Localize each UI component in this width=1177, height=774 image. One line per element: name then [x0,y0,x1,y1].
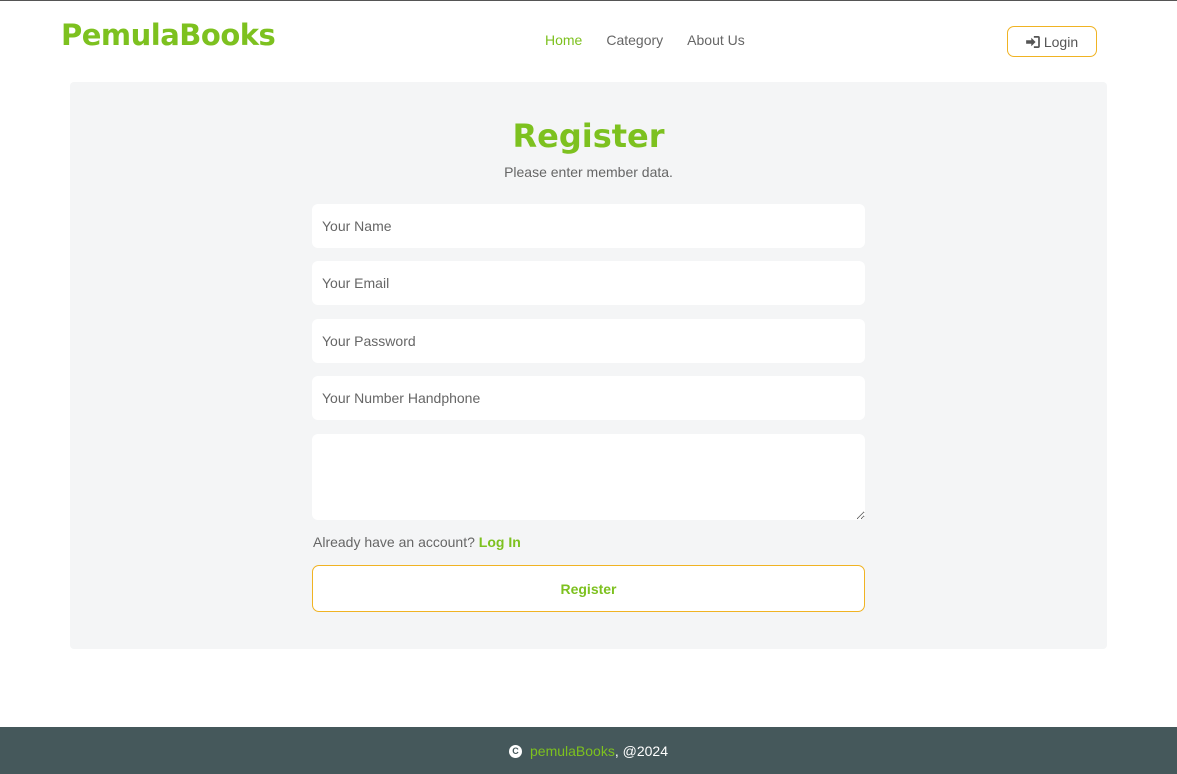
address-textarea[interactable] [312,434,865,520]
main-nav: Home Category About Us [545,32,769,48]
already-account-label: Already have an account? [313,534,475,550]
register-card: Register Please enter member data. Alrea… [70,82,1107,649]
login-button-label: Login [1043,33,1079,50]
brand-logo[interactable]: PemulaBooks [61,18,276,52]
login-button[interactable]: Login [1007,26,1097,57]
nav-about-us[interactable]: About Us [687,32,745,48]
footer-year: , @2024 [614,743,668,759]
copyright-icon: C [509,744,523,758]
nav-category[interactable]: Category [606,32,663,48]
already-account-text: Already have an account? Log In [313,534,521,550]
site-footer: C pemulaBooks, @2024 [0,727,1177,774]
login-link[interactable]: Log In [479,534,521,550]
email-input[interactable] [312,261,865,305]
footer-brand-link[interactable]: pemulaBooks [530,743,615,759]
register-button[interactable]: Register [312,565,865,612]
footer-text: pemulaBooks, @2024 [530,743,668,759]
site-header: PemulaBooks Home Category About Us Login [0,1,1177,81]
sign-in-icon [1026,35,1040,48]
phone-input[interactable] [312,376,865,420]
nav-home[interactable]: Home [545,32,582,48]
password-input[interactable] [312,319,865,363]
name-input[interactable] [312,204,865,248]
page-subtitle: Please enter member data. [504,164,673,180]
page-title: Register [512,117,665,155]
